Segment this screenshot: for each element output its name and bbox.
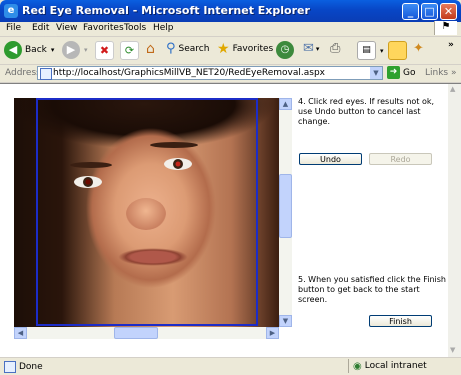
page-done-icon <box>4 361 16 373</box>
horizontal-scroll-thumb[interactable] <box>114 327 158 339</box>
scroll-left-icon[interactable]: ◀ <box>14 327 27 339</box>
go-label: Go <box>403 67 416 78</box>
forward-button[interactable]: ▶ ▾ <box>62 41 88 59</box>
selection-rectangle[interactable] <box>36 98 258 326</box>
minimize-icon: _ <box>407 5 414 18</box>
messenger-icon: ✦ <box>413 41 424 56</box>
step5-instruction: 5. When you satisfied click the Finish b… <box>298 275 446 304</box>
mail-dropdown-icon[interactable]: ▾ <box>316 45 320 53</box>
address-label: Address <box>5 68 41 78</box>
menu-tools[interactable]: Tools <box>124 23 146 33</box>
go-arrow-icon: ➜ <box>387 66 400 79</box>
search-label: Search <box>178 43 210 54</box>
forward-arrow-icon: ▶ <box>62 41 80 59</box>
back-dropdown-icon[interactable]: ▾ <box>51 46 55 54</box>
zone-label: Local intranet <box>364 361 427 371</box>
undo-button[interactable]: Undo <box>299 153 362 165</box>
links-label: Links <box>425 68 449 78</box>
go-button[interactable]: ➜ Go <box>387 66 415 79</box>
address-bar: Address http://localhost/GraphicsMillVB_… <box>0 65 461 83</box>
menu-edit[interactable]: Edit <box>32 23 49 33</box>
photo-canvas[interactable] <box>14 98 279 327</box>
search-icon: ⚲ <box>166 41 176 56</box>
maximize-button[interactable]: □ <box>421 3 438 20</box>
search-button[interactable]: ⚲ Search <box>166 41 209 56</box>
print-icon: ⎙ <box>330 41 341 56</box>
address-dropdown-icon[interactable]: ▼ <box>370 67 382 79</box>
image-vertical-scrollbar[interactable]: ▲ ▼ <box>279 98 292 327</box>
step4-instruction: 4. Click red eyes. If results not ok, us… <box>298 97 435 126</box>
favorites-label: Favorites <box>232 44 274 54</box>
favorites-star-icon: ★ <box>217 41 230 57</box>
redo-button[interactable]: Redo <box>369 153 432 165</box>
mail-icon: ✉ <box>303 41 314 56</box>
status-bar: Done ◉ Local intranet <box>0 357 461 375</box>
scroll-right-icon[interactable]: ▶ <box>266 327 279 339</box>
edit-button[interactable]: ▤ ▾ <box>357 41 384 60</box>
toolbar-chevron-icon[interactable]: » <box>448 40 454 50</box>
address-url: http://localhost/GraphicsMillVB_NET20/Re… <box>53 68 325 78</box>
scroll-up-icon[interactable]: ▲ <box>279 98 292 110</box>
forward-dropdown-icon[interactable]: ▾ <box>84 46 88 54</box>
security-zone: ◉ Local intranet <box>348 359 443 373</box>
folder-icon <box>388 41 407 60</box>
ie-icon: e <box>4 4 18 18</box>
refresh-icon: ⟳ <box>120 41 139 60</box>
menu-bar: File Edit View Favorites Tools Help ⚑ <box>0 21 461 37</box>
stop-button[interactable]: ✖ <box>95 41 114 60</box>
history-button[interactable]: ◷ <box>276 41 294 59</box>
history-icon: ◷ <box>276 41 294 59</box>
menu-view[interactable]: View <box>56 23 77 33</box>
edit-dropdown-icon[interactable]: ▾ <box>380 47 384 55</box>
home-button[interactable]: ⌂ <box>142 41 159 58</box>
stop-icon: ✖ <box>95 41 114 60</box>
title-bar: e Red Eye Removal - Microsoft Internet E… <box>0 0 461 22</box>
edit-page-icon: ▤ <box>357 41 376 60</box>
menu-favorites[interactable]: Favorites <box>83 23 124 33</box>
page-vertical-scrollbar[interactable]: ▲ ▼ <box>448 84 461 357</box>
page-content: ▲ ▼ ◀ ▶ 4. Click red eyes. If results no… <box>0 83 461 357</box>
intranet-globe-icon: ◉ <box>353 360 362 372</box>
status-text: Done <box>19 362 43 372</box>
finish-button[interactable]: Finish <box>369 315 432 327</box>
home-icon: ⌂ <box>146 41 155 57</box>
image-horizontal-scrollbar[interactable]: ◀ ▶ <box>14 327 279 339</box>
print-button[interactable]: ⎙ <box>330 41 340 56</box>
refresh-button[interactable]: ⟳ <box>120 41 139 60</box>
close-icon: ✕ <box>443 5 454 18</box>
address-input[interactable]: http://localhost/GraphicsMillVB_NET20/Re… <box>37 66 383 80</box>
page-icon <box>40 68 52 80</box>
page-scroll-up-icon[interactable]: ▲ <box>450 85 455 93</box>
messenger-button[interactable]: ✦ <box>413 41 424 56</box>
minimize-button[interactable]: _ <box>402 3 419 20</box>
close-button[interactable]: ✕ <box>440 3 457 20</box>
scroll-down-icon[interactable]: ▼ <box>279 315 292 327</box>
vertical-scroll-thumb[interactable] <box>279 174 292 238</box>
links-button[interactable]: Links » <box>425 68 457 78</box>
back-button[interactable]: ◀ Back ▾ <box>4 41 54 59</box>
mail-button[interactable]: ✉ ▾ <box>303 41 319 56</box>
discuss-button[interactable] <box>388 41 407 60</box>
status-done: Done <box>4 361 43 373</box>
toolbar: ◀ Back ▾ ▶ ▾ ✖ ⟳ ⌂ ⚲ Search ★ Favorites … <box>0 37 461 65</box>
windows-flag-icon: ⚑ <box>434 21 457 35</box>
back-label: Back <box>25 45 47 55</box>
window-title: Red Eye Removal - Microsoft Internet Exp… <box>22 4 310 17</box>
menu-help[interactable]: Help <box>153 23 174 33</box>
page-scroll-down-icon[interactable]: ▼ <box>450 346 455 354</box>
maximize-icon: □ <box>424 5 435 18</box>
menu-file[interactable]: File <box>6 23 21 33</box>
favorites-button[interactable]: ★ Favorites <box>217 41 273 57</box>
back-arrow-icon: ◀ <box>4 41 22 59</box>
